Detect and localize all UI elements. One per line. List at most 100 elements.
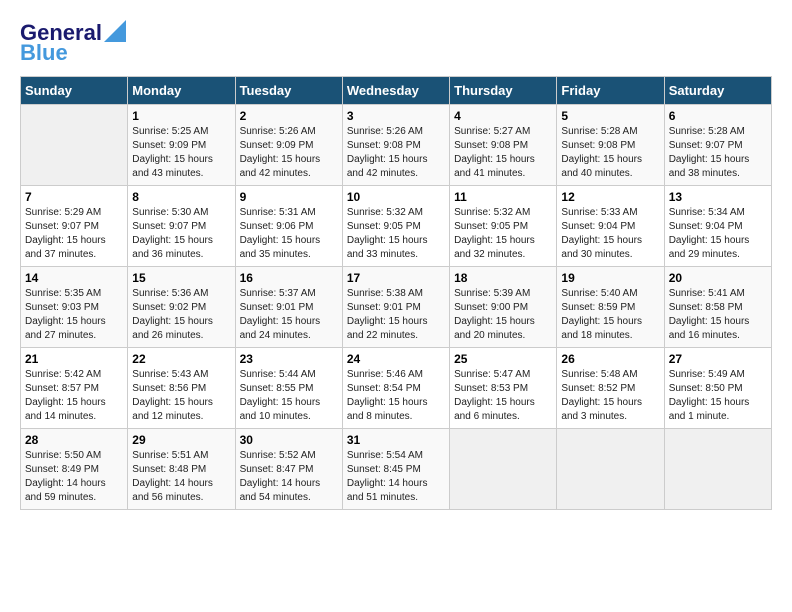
- weekday-header-saturday: Saturday: [664, 77, 771, 105]
- weekday-header-friday: Friday: [557, 77, 664, 105]
- weekday-header-sunday: Sunday: [21, 77, 128, 105]
- table-row: 4 Sunrise: 5:27 AM Sunset: 9:08 PM Daylig…: [450, 105, 557, 186]
- cell-text: Sunrise: 5:41 AM Sunset: 8:58 PM Dayligh…: [669, 287, 767, 343]
- day-number: 14: [25, 271, 123, 285]
- day-number: 30: [240, 433, 338, 447]
- table-row: 6 Sunrise: 5:28 AM Sunset: 9:07 PM Daylig…: [664, 105, 771, 186]
- table-row: 31 Sunrise: 5:54 AM Sunset: 8:45 PM Dayli…: [342, 429, 449, 510]
- day-number: 31: [347, 433, 445, 447]
- cell-text: Sunrise: 5:54 AM Sunset: 8:45 PM Dayligh…: [347, 449, 445, 505]
- calendar-week-2: 7Sunrise: 5:29 AM Sunset: 9:07 PM Daylig…: [21, 186, 772, 267]
- day-number: 5: [561, 109, 659, 123]
- cell-text: Sunrise: 5:38 AM Sunset: 9:01 PM Dayligh…: [347, 287, 445, 343]
- table-row: 25 Sunrise: 5:47 AM Sunset: 8:53 PM Dayli…: [450, 348, 557, 429]
- cell-text: Sunrise: 5:43 AM Sunset: 8:56 PM Dayligh…: [132, 368, 230, 424]
- day-number: 18: [454, 271, 552, 285]
- cell-text: Sunrise: 5:51 AM Sunset: 8:48 PM Dayligh…: [132, 449, 230, 505]
- table-row: 9Sunrise: 5:31 AM Sunset: 9:06 PM Daylig…: [235, 186, 342, 267]
- weekday-header-thursday: Thursday: [450, 77, 557, 105]
- table-row: 2 Sunrise: 5:26 AM Sunset: 9:09 PM Daylig…: [235, 105, 342, 186]
- cell-text: Sunrise: 5:50 AM Sunset: 8:49 PM Dayligh…: [25, 449, 123, 505]
- table-row: 1Sunrise: 5:25 AM Sunset: 9:09 PM Daylig…: [128, 105, 235, 186]
- calendar-week-4: 21 Sunrise: 5:42 AM Sunset: 8:57 PM Dayli…: [21, 348, 772, 429]
- cell-text: Sunrise: 5:30 AM Sunset: 9:07 PM Dayligh…: [132, 206, 230, 262]
- table-row: 26 Sunrise: 5:48 AM Sunset: 8:52 PM Dayli…: [557, 348, 664, 429]
- page-header: General Blue: [20, 20, 772, 66]
- table-row: 12Sunrise: 5:33 AM Sunset: 9:04 PM Dayli…: [557, 186, 664, 267]
- cell-text: Sunrise: 5:35 AM Sunset: 9:03 PM Dayligh…: [25, 287, 123, 343]
- table-row: 5 Sunrise: 5:28 AM Sunset: 9:08 PM Daylig…: [557, 105, 664, 186]
- table-row: 29Sunrise: 5:51 AM Sunset: 8:48 PM Dayli…: [128, 429, 235, 510]
- table-row: 21 Sunrise: 5:42 AM Sunset: 8:57 PM Dayli…: [21, 348, 128, 429]
- day-number: 16: [240, 271, 338, 285]
- table-row: 7Sunrise: 5:29 AM Sunset: 9:07 PM Daylig…: [21, 186, 128, 267]
- logo-blue: Blue: [20, 40, 68, 66]
- cell-text: Sunrise: 5:36 AM Sunset: 9:02 PM Dayligh…: [132, 287, 230, 343]
- cell-text: Sunrise: 5:39 AM Sunset: 9:00 PM Dayligh…: [454, 287, 552, 343]
- table-row: [664, 429, 771, 510]
- cell-text: Sunrise: 5:28 AM Sunset: 9:08 PM Dayligh…: [561, 125, 659, 181]
- day-number: 23: [240, 352, 338, 366]
- cell-text: Sunrise: 5:40 AM Sunset: 8:59 PM Dayligh…: [561, 287, 659, 343]
- cell-text: Sunrise: 5:49 AM Sunset: 8:50 PM Dayligh…: [669, 368, 767, 424]
- cell-text: Sunrise: 5:27 AM Sunset: 9:08 PM Dayligh…: [454, 125, 552, 181]
- table-row: 14 Sunrise: 5:35 AM Sunset: 9:03 PM Dayli…: [21, 267, 128, 348]
- cell-text: Sunrise: 5:44 AM Sunset: 8:55 PM Dayligh…: [240, 368, 338, 424]
- day-number: 17: [347, 271, 445, 285]
- cell-text: Sunrise: 5:31 AM Sunset: 9:06 PM Dayligh…: [240, 206, 338, 262]
- table-row: 30Sunrise: 5:52 AM Sunset: 8:47 PM Dayli…: [235, 429, 342, 510]
- table-row: 28 Sunrise: 5:50 AM Sunset: 8:49 PM Dayli…: [21, 429, 128, 510]
- day-number: 4: [454, 109, 552, 123]
- day-number: 26: [561, 352, 659, 366]
- cell-text: Sunrise: 5:37 AM Sunset: 9:01 PM Dayligh…: [240, 287, 338, 343]
- day-number: 11: [454, 190, 552, 204]
- cell-text: Sunrise: 5:42 AM Sunset: 8:57 PM Dayligh…: [25, 368, 123, 424]
- cell-text: Sunrise: 5:47 AM Sunset: 8:53 PM Dayligh…: [454, 368, 552, 424]
- cell-text: Sunrise: 5:28 AM Sunset: 9:07 PM Dayligh…: [669, 125, 767, 181]
- table-row: 24 Sunrise: 5:46 AM Sunset: 8:54 PM Dayli…: [342, 348, 449, 429]
- table-row: 3 Sunrise: 5:26 AM Sunset: 9:08 PM Daylig…: [342, 105, 449, 186]
- day-number: 7: [25, 190, 123, 204]
- cell-text: Sunrise: 5:32 AM Sunset: 9:05 PM Dayligh…: [454, 206, 552, 262]
- table-row: 15 Sunrise: 5:36 AM Sunset: 9:02 PM Dayli…: [128, 267, 235, 348]
- day-number: 2: [240, 109, 338, 123]
- table-row: 17 Sunrise: 5:38 AM Sunset: 9:01 PM Dayli…: [342, 267, 449, 348]
- day-number: 24: [347, 352, 445, 366]
- day-number: 20: [669, 271, 767, 285]
- weekday-header-wednesday: Wednesday: [342, 77, 449, 105]
- table-row: 20 Sunrise: 5:41 AM Sunset: 8:58 PM Dayli…: [664, 267, 771, 348]
- table-row: 27Sunrise: 5:49 AM Sunset: 8:50 PM Dayli…: [664, 348, 771, 429]
- table-row: 22 Sunrise: 5:43 AM Sunset: 8:56 PM Dayli…: [128, 348, 235, 429]
- day-number: 1: [132, 109, 230, 123]
- cell-text: Sunrise: 5:46 AM Sunset: 8:54 PM Dayligh…: [347, 368, 445, 424]
- day-number: 22: [132, 352, 230, 366]
- cell-text: Sunrise: 5:34 AM Sunset: 9:04 PM Dayligh…: [669, 206, 767, 262]
- day-number: 25: [454, 352, 552, 366]
- table-row: 11 Sunrise: 5:32 AM Sunset: 9:05 PM Dayli…: [450, 186, 557, 267]
- table-row: [557, 429, 664, 510]
- table-row: 10Sunrise: 5:32 AM Sunset: 9:05 PM Dayli…: [342, 186, 449, 267]
- calendar-week-1: 1Sunrise: 5:25 AM Sunset: 9:09 PM Daylig…: [21, 105, 772, 186]
- weekday-header-row: SundayMondayTuesdayWednesdayThursdayFrid…: [21, 77, 772, 105]
- day-number: 12: [561, 190, 659, 204]
- cell-text: Sunrise: 5:26 AM Sunset: 9:09 PM Dayligh…: [240, 125, 338, 181]
- table-row: [21, 105, 128, 186]
- table-row: 13 Sunrise: 5:34 AM Sunset: 9:04 PM Dayli…: [664, 186, 771, 267]
- calendar-week-5: 28 Sunrise: 5:50 AM Sunset: 8:49 PM Dayli…: [21, 429, 772, 510]
- table-row: 18 Sunrise: 5:39 AM Sunset: 9:00 PM Dayli…: [450, 267, 557, 348]
- day-number: 3: [347, 109, 445, 123]
- day-number: 8: [132, 190, 230, 204]
- weekday-header-tuesday: Tuesday: [235, 77, 342, 105]
- day-number: 21: [25, 352, 123, 366]
- day-number: 15: [132, 271, 230, 285]
- day-number: 13: [669, 190, 767, 204]
- weekday-header-monday: Monday: [128, 77, 235, 105]
- day-number: 28: [25, 433, 123, 447]
- cell-text: Sunrise: 5:48 AM Sunset: 8:52 PM Dayligh…: [561, 368, 659, 424]
- logo: General Blue: [20, 20, 126, 66]
- cell-text: Sunrise: 5:26 AM Sunset: 9:08 PM Dayligh…: [347, 125, 445, 181]
- day-number: 6: [669, 109, 767, 123]
- table-row: 8 Sunrise: 5:30 AM Sunset: 9:07 PM Daylig…: [128, 186, 235, 267]
- table-row: 16 Sunrise: 5:37 AM Sunset: 9:01 PM Dayli…: [235, 267, 342, 348]
- calendar-table: SundayMondayTuesdayWednesdayThursdayFrid…: [20, 76, 772, 510]
